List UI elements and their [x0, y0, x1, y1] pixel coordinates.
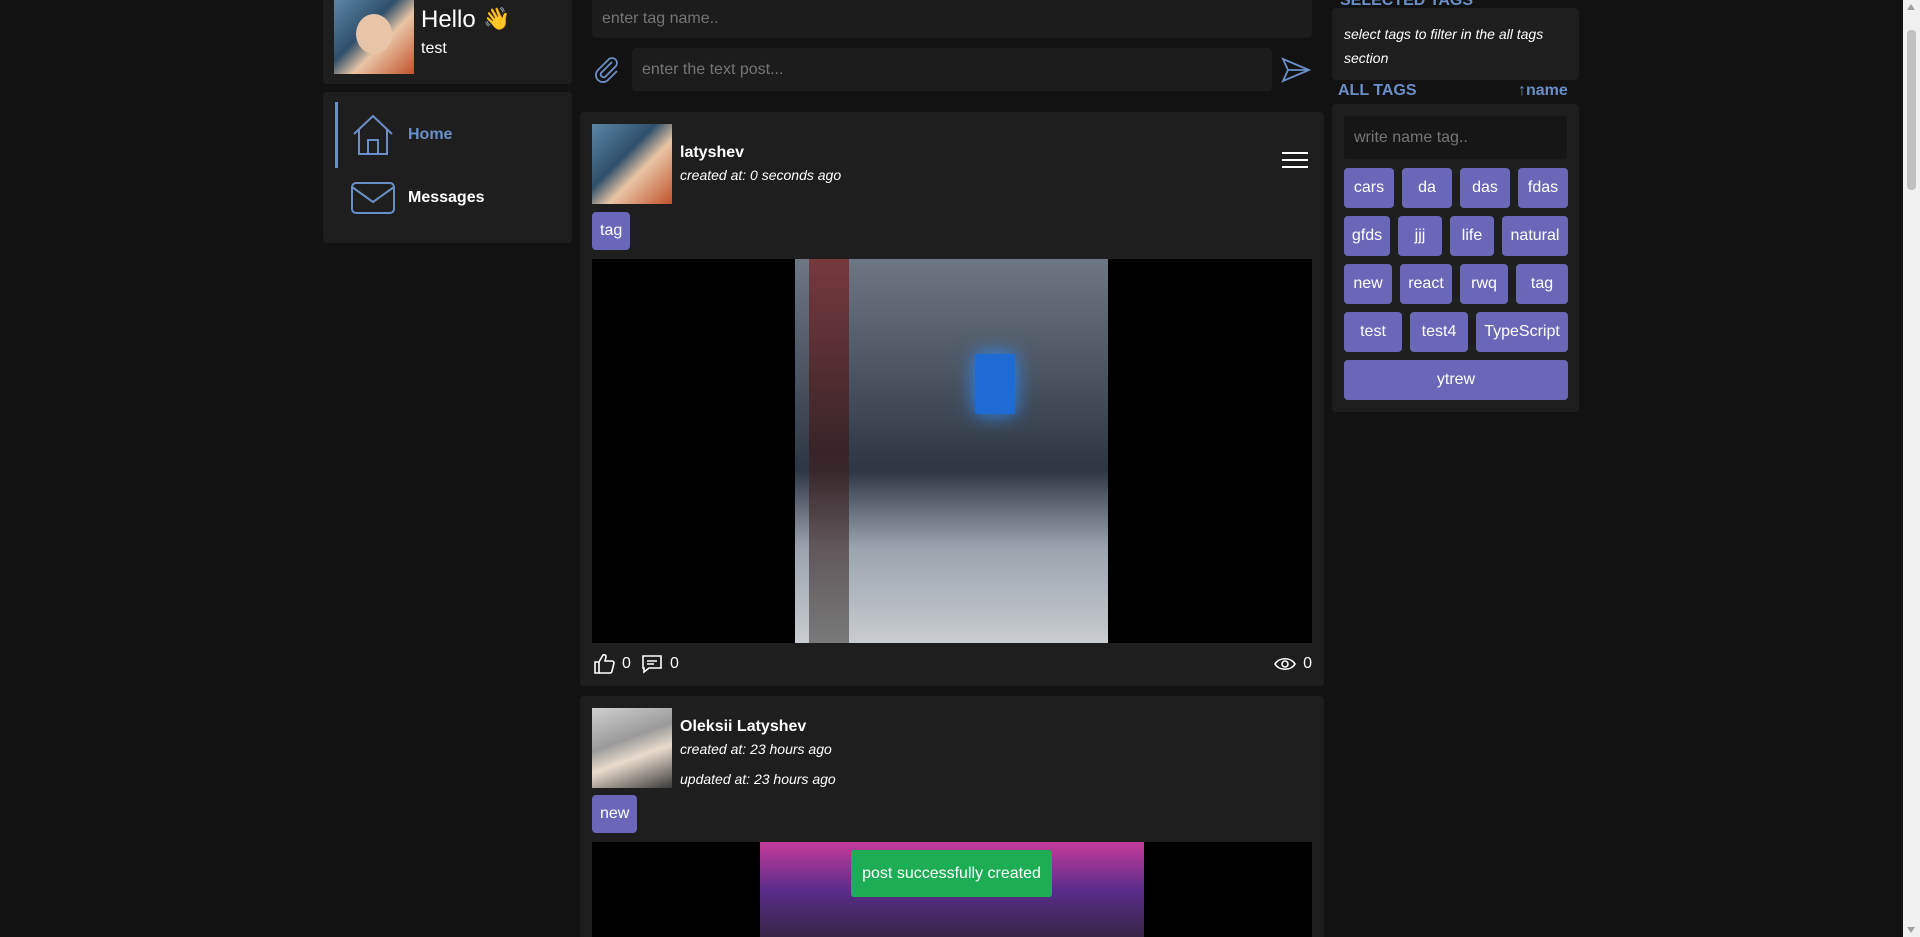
sidebar-item-home[interactable]: Home [335, 102, 555, 168]
tag-button[interactable]: da [1402, 168, 1452, 208]
like-button[interactable]: 0 [592, 652, 631, 676]
post-author[interactable]: latyshev [680, 144, 744, 162]
post-card: latyshev created at: 0 seconds ago tag 0… [580, 112, 1324, 686]
envelope-icon [351, 182, 395, 214]
tag-search-input[interactable] [1344, 116, 1567, 159]
tag-button[interactable]: natural [1502, 216, 1568, 256]
eye-icon [1274, 657, 1297, 671]
sidebar-nav: Home Messages [323, 92, 572, 243]
sidebar-item-messages[interactable]: Messages [335, 168, 555, 228]
all-tags-panel: cars da das fdas gfds jjj life natural n… [1332, 104, 1579, 412]
tag-button[interactable]: gfds [1344, 216, 1390, 256]
post-tag[interactable]: tag [592, 212, 631, 250]
greeting: Hello [421, 6, 476, 33]
sort-by-name-button[interactable]: ↑name [1518, 82, 1568, 100]
comment-icon [642, 655, 662, 674]
post-author[interactable]: Oleksii Latyshev [680, 718, 806, 736]
post-created-at: created at: 23 hours ago [680, 741, 832, 757]
toast-notification: post successfully created [851, 850, 1052, 897]
comment-button[interactable]: 0 [640, 652, 679, 676]
send-icon[interactable] [1280, 54, 1312, 86]
hamburger-menu-icon[interactable] [1282, 152, 1308, 172]
views-counter: 0 [1273, 652, 1312, 676]
city-photo [795, 259, 1108, 643]
page-scrollbar[interactable] [1903, 0, 1920, 937]
tag-button[interactable]: rwq [1460, 264, 1508, 304]
avatar[interactable] [592, 124, 672, 204]
wave-emoji: 👋 [483, 6, 511, 31]
tag-button[interactable]: test [1344, 312, 1402, 352]
like-count: 0 [622, 655, 631, 672]
sidebar-item-label: Messages [408, 189, 485, 206]
scroll-down-arrow-icon[interactable] [1907, 927, 1915, 933]
tag-button[interactable]: fdas [1518, 168, 1568, 208]
scrollbar-thumb[interactable] [1907, 30, 1916, 190]
home-icon [353, 114, 393, 155]
all-tags-title: ALL TAGS [1338, 82, 1417, 99]
profile-card: Hello 👋 test [323, 0, 572, 84]
tag-button[interactable]: cars [1344, 168, 1394, 208]
post-image[interactable] [592, 259, 1312, 643]
avatar[interactable] [334, 0, 414, 74]
selected-tags-panel: select tags to filter in the all tags se… [1332, 8, 1579, 80]
selected-tags-hint: select tags to filter in the all tags se… [1344, 26, 1544, 66]
tag-button[interactable]: TypeScript [1476, 312, 1568, 352]
tag-button[interactable]: jjj [1398, 216, 1442, 256]
avatar[interactable] [592, 708, 672, 788]
tag-button[interactable]: life [1450, 216, 1494, 256]
tag-name-input[interactable] [592, 0, 1312, 38]
username: test [421, 40, 447, 57]
comment-count: 0 [670, 655, 679, 672]
tag-button[interactable]: tag [1516, 264, 1568, 304]
tag-button[interactable]: new [1344, 264, 1392, 304]
thumbs-up-icon [594, 653, 615, 674]
post-tag[interactable]: new [592, 795, 638, 833]
tag-button[interactable]: react [1400, 264, 1452, 304]
sidebar-item-label: Home [408, 126, 453, 143]
post-card: Oleksii Latyshev created at: 23 hours ag… [580, 696, 1324, 937]
paperclip-icon[interactable] [592, 54, 622, 84]
tag-button[interactable]: das [1460, 168, 1510, 208]
scroll-up-arrow-icon[interactable] [1907, 4, 1915, 10]
tag-button[interactable]: ytrew [1344, 360, 1568, 400]
post-updated-at: updated at: 23 hours ago [680, 771, 836, 787]
tag-button[interactable]: test4 [1410, 312, 1468, 352]
view-count: 0 [1303, 655, 1312, 672]
post-created-at: created at: 0 seconds ago [680, 167, 842, 183]
post-text-input[interactable] [632, 48, 1272, 91]
